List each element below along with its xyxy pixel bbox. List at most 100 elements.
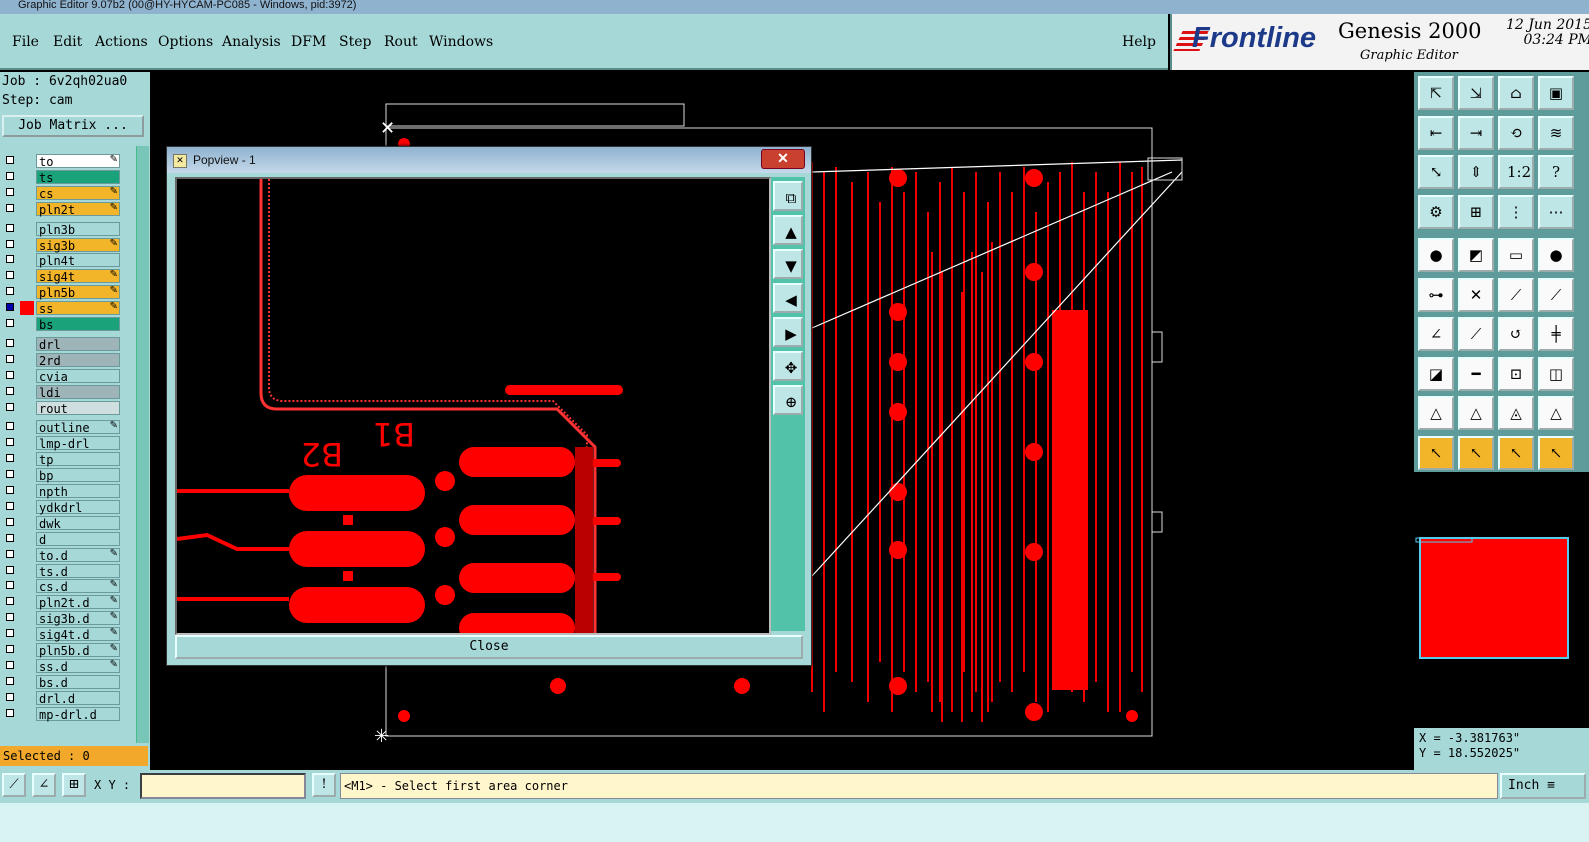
layer-row[interactable]: dwk [4,515,120,531]
layer-row[interactable]: d [4,531,120,547]
layer-name[interactable]: ts.d [36,563,120,579]
layer-checkbox[interactable] [6,692,14,701]
layer-name[interactable]: sig4t.d [36,627,120,642]
layer-name[interactable]: bs [36,317,120,332]
layer-name[interactable]: tp [36,452,120,467]
layer-name[interactable]: 2rd [36,352,120,368]
layer-row[interactable]: to.d ✎ [4,547,120,563]
unit-select[interactable]: Inch ≡ [1500,773,1586,799]
layer-row[interactable]: tp [4,452,120,467]
layer-checkbox[interactable] [6,156,14,164]
layer-name[interactable]: sig3b.d [36,611,120,626]
layer-name[interactable]: pln5b [36,285,120,300]
layer-checkbox[interactable] [6,708,14,717]
measure-icon[interactable]: ∠ [32,773,56,797]
layer-row[interactable]: cvia [4,368,120,384]
layer-name[interactable]: pln2t [36,201,120,217]
tool-button-icon[interactable]: ⟋ [1498,277,1534,312]
tool-button-icon[interactable]: ⇲ [1458,76,1494,110]
popview-canvas[interactable]: B2 B1 [175,177,771,635]
pan-left-icon[interactable]: ◀ [773,283,803,313]
layer-name[interactable]: outline [36,420,120,435]
menu-edit[interactable]: Edit [53,34,82,50]
layer-name[interactable]: cs.d [36,579,120,594]
tool-button-icon[interactable]: △ [1538,396,1574,430]
tool-button-icon[interactable]: ≋ [1538,115,1574,150]
layer-checkbox[interactable] [6,438,14,447]
job-matrix-button[interactable]: Job Matrix ... [2,115,144,137]
layer-name[interactable]: cs [36,185,120,201]
tool-button-icon[interactable]: ● [1418,238,1454,272]
layer-name[interactable]: ss.d [36,658,120,674]
layer-row[interactable]: pln2t.d ✎ [4,595,120,610]
pan-right-icon[interactable]: ▶ [773,317,803,347]
layer-row[interactable]: bp [4,468,120,483]
popview-close-x-button[interactable]: ✕ [761,149,805,169]
grid-icon[interactable]: ⊞ [62,773,86,797]
menu-step[interactable]: Step [339,34,371,50]
layer-row[interactable]: lmp-drl [4,436,120,451]
snap-icon[interactable]: ⟋ [2,773,26,797]
layer-name[interactable]: rout [36,400,120,416]
layer-checkbox[interactable] [6,629,14,638]
xy-input[interactable] [140,773,306,799]
layer-name[interactable]: ydkdrl [36,499,120,515]
tool-button-icon[interactable]: ◩ [1458,238,1494,272]
layer-row[interactable]: pln5b ✎ [4,285,120,300]
layer-name[interactable]: sig4t [36,269,120,284]
layer-checkbox[interactable] [6,597,14,606]
pan-down-icon[interactable]: ▼ [773,249,803,279]
layer-name[interactable]: lmp-drl [36,436,120,451]
layer-row[interactable]: sig3b ✎ [4,237,120,253]
layer-name[interactable]: cvia [36,368,120,384]
layer-name[interactable]: drl.d [36,690,120,706]
layer-checkbox[interactable] [6,470,14,479]
layer-checkbox[interactable] [6,533,14,542]
layer-row[interactable]: bs.d [4,674,120,690]
tool-button-icon[interactable]: ↖ [1458,435,1494,470]
menu-windows[interactable]: Windows [429,34,493,50]
tool-button-icon[interactable]: ⊞ [1458,194,1494,229]
tool-button-icon[interactable]: ⇱ [1418,76,1454,110]
layer-name[interactable]: ss [36,301,120,316]
layer-checkbox[interactable] [6,187,14,196]
layer-checkbox[interactable] [6,287,14,296]
tool-button-icon[interactable]: ⇥ [1458,115,1494,150]
tool-button-icon[interactable]: ⊡ [1498,356,1534,391]
layer-checkbox[interactable] [6,303,14,312]
layer-checkbox[interactable] [6,338,14,347]
layer-row[interactable]: ts.d [4,563,120,579]
tool-button-icon[interactable]: ? [1538,155,1574,189]
layer-row[interactable]: ldi [4,384,120,400]
layer-row[interactable]: pln3b [4,221,120,237]
layer-checkbox[interactable] [6,319,14,327]
tool-button-icon[interactable]: ⟋ [1538,277,1574,312]
tool-button-icon[interactable]: ⌂ [1498,76,1534,110]
layer-row[interactable]: pln2t ✎ [4,201,120,217]
layer-checkbox[interactable] [6,422,14,431]
layer-checkbox[interactable] [6,486,14,494]
layer-name[interactable]: pln5b.d [36,643,120,658]
tool-button-icon[interactable]: ⋮ [1498,194,1534,229]
layer-row[interactable]: cs ✎ [4,185,120,201]
tool-button-icon[interactable]: ∠ [1418,317,1454,351]
layer-checkbox[interactable] [6,517,14,526]
popview-close-button[interactable]: Close [175,635,803,659]
layer-row[interactable]: pln5b.d ✎ [4,643,120,658]
layer-row[interactable]: cs.d ✎ [4,579,120,594]
minimap[interactable] [1414,472,1589,722]
tool-button-icon[interactable]: ⤡ [1418,155,1454,189]
layer-row[interactable]: ss.d ✎ [4,658,120,674]
tool-button-icon[interactable]: ↺ [1498,317,1534,351]
layer-name[interactable]: ts [36,169,120,185]
layer-checkbox[interactable] [6,239,14,248]
pan-up-icon[interactable]: ▲ [773,215,803,245]
tool-button-icon[interactable]: ╪ [1538,317,1574,351]
tool-button-icon[interactable]: ◪ [1418,356,1454,391]
layer-list-scrollbar[interactable] [136,146,149,743]
layer-checkbox[interactable] [6,370,14,379]
alert-icon[interactable]: ! [312,773,336,797]
zoom-fit-icon[interactable]: ✥ [773,351,803,381]
tool-button-icon[interactable]: ↖ [1538,435,1574,470]
layer-name[interactable]: npth [36,484,120,499]
